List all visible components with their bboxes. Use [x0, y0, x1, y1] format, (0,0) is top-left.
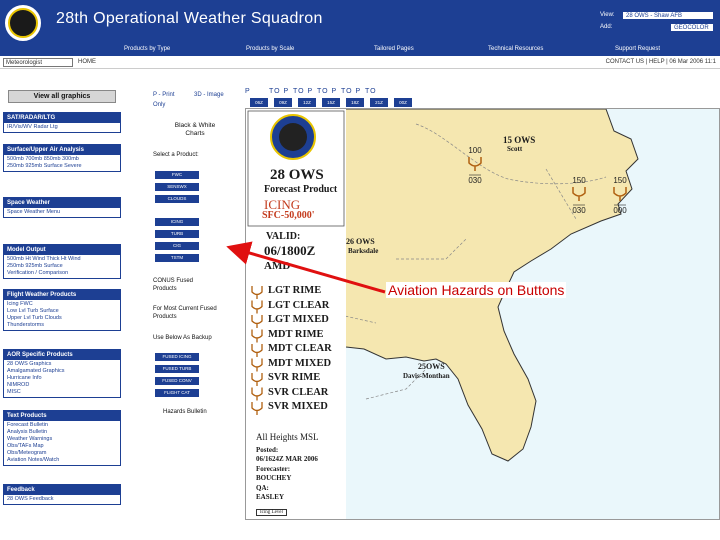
annotation-arrow [226, 241, 386, 294]
page: { "header": { "title": "28th Operational… [0, 0, 720, 540]
annotation-text: Aviation Hazards on Buttons [386, 282, 567, 298]
annotation-layer [226, 241, 386, 294]
